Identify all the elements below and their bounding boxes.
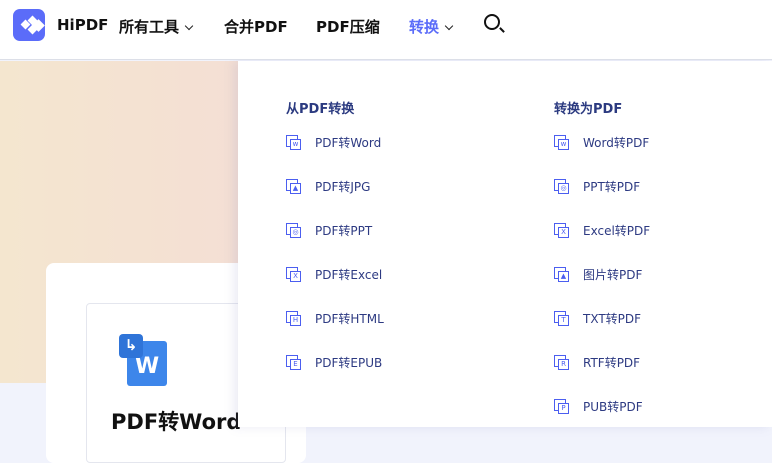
menu-item-label: PDF转PPT xyxy=(315,224,373,238)
menu-item-label: PDF转Excel xyxy=(315,268,383,282)
brand-name[interactable]: HiPDF xyxy=(57,16,108,34)
search-icon[interactable] xyxy=(484,14,500,30)
file-type-icon: T xyxy=(554,311,569,326)
menu-item-label: Excel转PDF xyxy=(583,224,651,238)
menu-item-label: PPT转PDF xyxy=(583,180,641,194)
nav-label: 转换 xyxy=(409,18,440,36)
menu-item-label: PDF转Word xyxy=(315,136,382,150)
file-type-icon: R xyxy=(554,355,569,370)
file-type-icon: P xyxy=(554,399,569,414)
file-type-icon: X xyxy=(554,223,569,238)
menu-item-label: PDF转EPUB xyxy=(315,356,383,370)
hipdf-logo[interactable] xyxy=(13,9,45,41)
tool-card-title: PDF转Word xyxy=(111,410,242,434)
file-type-icon: ▲ xyxy=(286,179,301,194)
nav-convert[interactable]: 转换 xyxy=(409,16,454,37)
nav-all-tools[interactable]: 所有工具 xyxy=(119,16,194,37)
file-type-icon: E xyxy=(286,355,301,370)
chevron-down-icon xyxy=(184,21,194,31)
nav-label: 所有工具 xyxy=(119,18,180,36)
menu-item-label: TXT转PDF xyxy=(583,312,642,326)
file-type-icon: ◎ xyxy=(286,223,301,238)
menu-item-label: PDF转JPG xyxy=(315,180,371,194)
menu-item-label: PUB转PDF xyxy=(583,400,643,414)
menu-item-label: PDF转HTML xyxy=(315,312,384,326)
chevron-down-icon xyxy=(444,21,454,31)
nav-compress-pdf[interactable]: PDF压缩 xyxy=(316,16,380,37)
menu-item-label: Word转PDF xyxy=(583,136,650,150)
file-type-icon: w xyxy=(554,135,569,150)
top-nav: HiPDF 所有工具 合并PDF PDF压缩 转换 xyxy=(0,0,772,60)
file-type-icon: w xyxy=(286,135,301,150)
menu-item-label: 图片转PDF xyxy=(583,268,643,282)
convert-dropdown-menu: 从PDF转换 w PDF转Word ▲ PDF转JPG ◎ PDF转PPT X PDF转Exce… xyxy=(238,61,772,427)
file-type-icon: X xyxy=(286,267,301,282)
menu-item-label: RTF转PDF xyxy=(583,356,641,370)
convert-arrow-icon: ↳ xyxy=(119,334,143,358)
column-title-to-pdf: 转换为PDF xyxy=(554,102,623,117)
nav-merge-pdf[interactable]: 合并PDF xyxy=(224,16,288,37)
file-type-icon: ▲ xyxy=(554,267,569,282)
file-type-icon: ◎ xyxy=(554,179,569,194)
column-title-from-pdf: 从PDF转换 xyxy=(286,102,355,117)
file-type-icon: H xyxy=(286,311,301,326)
